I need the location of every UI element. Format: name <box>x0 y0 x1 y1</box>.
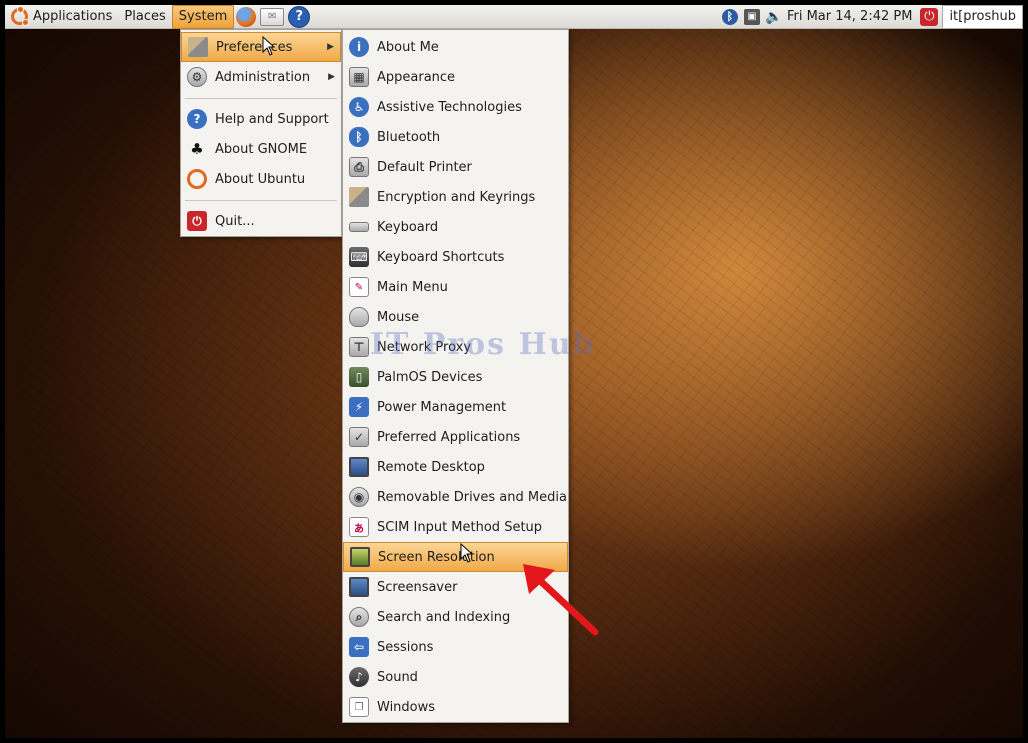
system-label: System <box>178 9 228 24</box>
about-me-icon: i <box>349 37 369 57</box>
gnome-foot-icon: ♣ <box>190 140 204 158</box>
menu-item-preferred-applications[interactable]: ✓ Preferred Applications <box>343 422 568 452</box>
menu-item-appearance[interactable]: ▦ Appearance <box>343 62 568 92</box>
network-proxy-icon: ⊤ <box>349 337 369 357</box>
red-arrow-annotation <box>523 564 599 636</box>
top-panel: Applications Places System ✉ ? ᛒ ▣ 🔈 Fri… <box>5 4 1023 29</box>
menu-item-preferences[interactable]: Preferences ▶ <box>181 32 341 62</box>
preferences-icon <box>188 37 208 57</box>
menu-item-removable-drives[interactable]: ◉ Removable Drives and Media <box>343 482 568 512</box>
places-label: Places <box>124 9 166 24</box>
ubuntu-icon <box>187 169 207 189</box>
clock[interactable]: Fri Mar 14, 2:42 PM <box>787 9 912 24</box>
places-menu[interactable]: Places <box>118 5 171 29</box>
printer-icon: ⎙ <box>349 157 369 177</box>
menu-item-quit[interactable]: ⏻ Quit... <box>181 206 341 236</box>
menu-item-remote-desktop[interactable]: Remote Desktop <box>343 452 568 482</box>
palmos-device-icon: ▯ <box>349 367 369 387</box>
user-switcher[interactable]: it[proshub <box>942 4 1023 29</box>
menu-item-windows[interactable]: ❐ Windows <box>343 692 568 722</box>
menu-item-network-proxy[interactable]: ⊤ Network Proxy <box>343 332 568 362</box>
windows-icon: ❐ <box>349 697 369 717</box>
menu-item-administration[interactable]: ⚙ Administration ▶ <box>181 62 341 92</box>
menu-item-default-printer[interactable]: ⎙ Default Printer <box>343 152 568 182</box>
mouse-cursor-icon <box>262 36 276 56</box>
menu-item-about-ubuntu[interactable]: About Ubuntu <box>181 164 341 194</box>
mouse-icon <box>349 307 369 327</box>
menu-item-sound[interactable]: ♪ Sound <box>343 662 568 692</box>
mouse-cursor-icon <box>460 543 474 563</box>
menu-item-main-menu[interactable]: ✎ Main Menu <box>343 272 568 302</box>
help-icon: ? <box>187 109 207 129</box>
menu-item-keyboard[interactable]: Keyboard <box>343 212 568 242</box>
system-menu-button[interactable]: System <box>171 4 235 29</box>
menu-item-about-gnome[interactable]: ♣ About GNOME <box>181 134 341 164</box>
menu-item-mouse[interactable]: Mouse <box>343 302 568 332</box>
cd-drive-icon: ◉ <box>349 487 369 507</box>
menu-item-encryption-and-keyrings[interactable]: Encryption and Keyrings <box>343 182 568 212</box>
screensaver-icon <box>349 577 369 597</box>
menu-item-palmos-devices[interactable]: ▯ PalmOS Devices <box>343 362 568 392</box>
sound-icon: ♪ <box>349 667 369 687</box>
bluetooth-icon: ᛒ <box>349 127 369 147</box>
quit-icon: ⏻ <box>187 211 207 231</box>
scim-input-icon: あ <box>349 517 369 537</box>
menu-item-bluetooth[interactable]: ᛒ Bluetooth <box>343 122 568 152</box>
menu-item-power-management[interactable]: ⚡ Power Management <box>343 392 568 422</box>
volume-icon[interactable]: 🔈 <box>765 9 782 25</box>
keyboard-icon <box>349 222 369 232</box>
gear-icon: ⚙ <box>187 67 207 87</box>
applications-label: Applications <box>33 9 113 24</box>
menu-item-about-me[interactable]: i About Me <box>343 32 568 62</box>
system-dropdown-menu: Preferences ▶ ⚙ Administration ▶ ? Help … <box>180 29 342 237</box>
screen-resolution-icon <box>350 547 370 567</box>
power-management-icon: ⚡ <box>349 397 369 417</box>
applications-menu[interactable]: Applications <box>5 5 118 29</box>
network-icon[interactable]: ▣ <box>743 8 760 25</box>
help-launcher-icon[interactable]: ? <box>288 5 311 28</box>
menu-item-scim-input-method[interactable]: あ SCIM Input Method Setup <box>343 512 568 542</box>
appearance-icon: ▦ <box>349 67 369 87</box>
firefox-launcher-icon[interactable] <box>236 6 257 27</box>
main-menu-icon: ✎ <box>349 277 369 297</box>
accessibility-icon: ♿ <box>349 97 369 117</box>
power-icon[interactable]: ⏻ <box>920 7 939 26</box>
menu-item-help-and-support[interactable]: ? Help and Support <box>181 104 341 134</box>
mail-launcher-icon[interactable]: ✉ <box>260 7 285 26</box>
keyring-icon <box>349 187 369 207</box>
submenu-arrow-icon: ▶ <box>328 72 335 82</box>
menu-item-assistive-technologies[interactable]: ♿ Assistive Technologies <box>343 92 568 122</box>
preferred-applications-icon: ✓ <box>349 427 369 447</box>
remote-desktop-icon <box>349 457 369 477</box>
search-icon: ⌕ <box>349 607 369 627</box>
bluetooth-icon[interactable]: ᛒ <box>721 8 738 25</box>
ubuntu-logo-icon <box>11 6 29 26</box>
keyboard-shortcuts-icon: ⌨ <box>349 247 369 267</box>
menu-separator <box>185 200 337 201</box>
menu-separator <box>185 98 337 99</box>
sessions-icon: ⇦ <box>349 637 369 657</box>
menu-item-keyboard-shortcuts[interactable]: ⌨ Keyboard Shortcuts <box>343 242 568 272</box>
submenu-arrow-icon: ▶ <box>327 42 334 52</box>
